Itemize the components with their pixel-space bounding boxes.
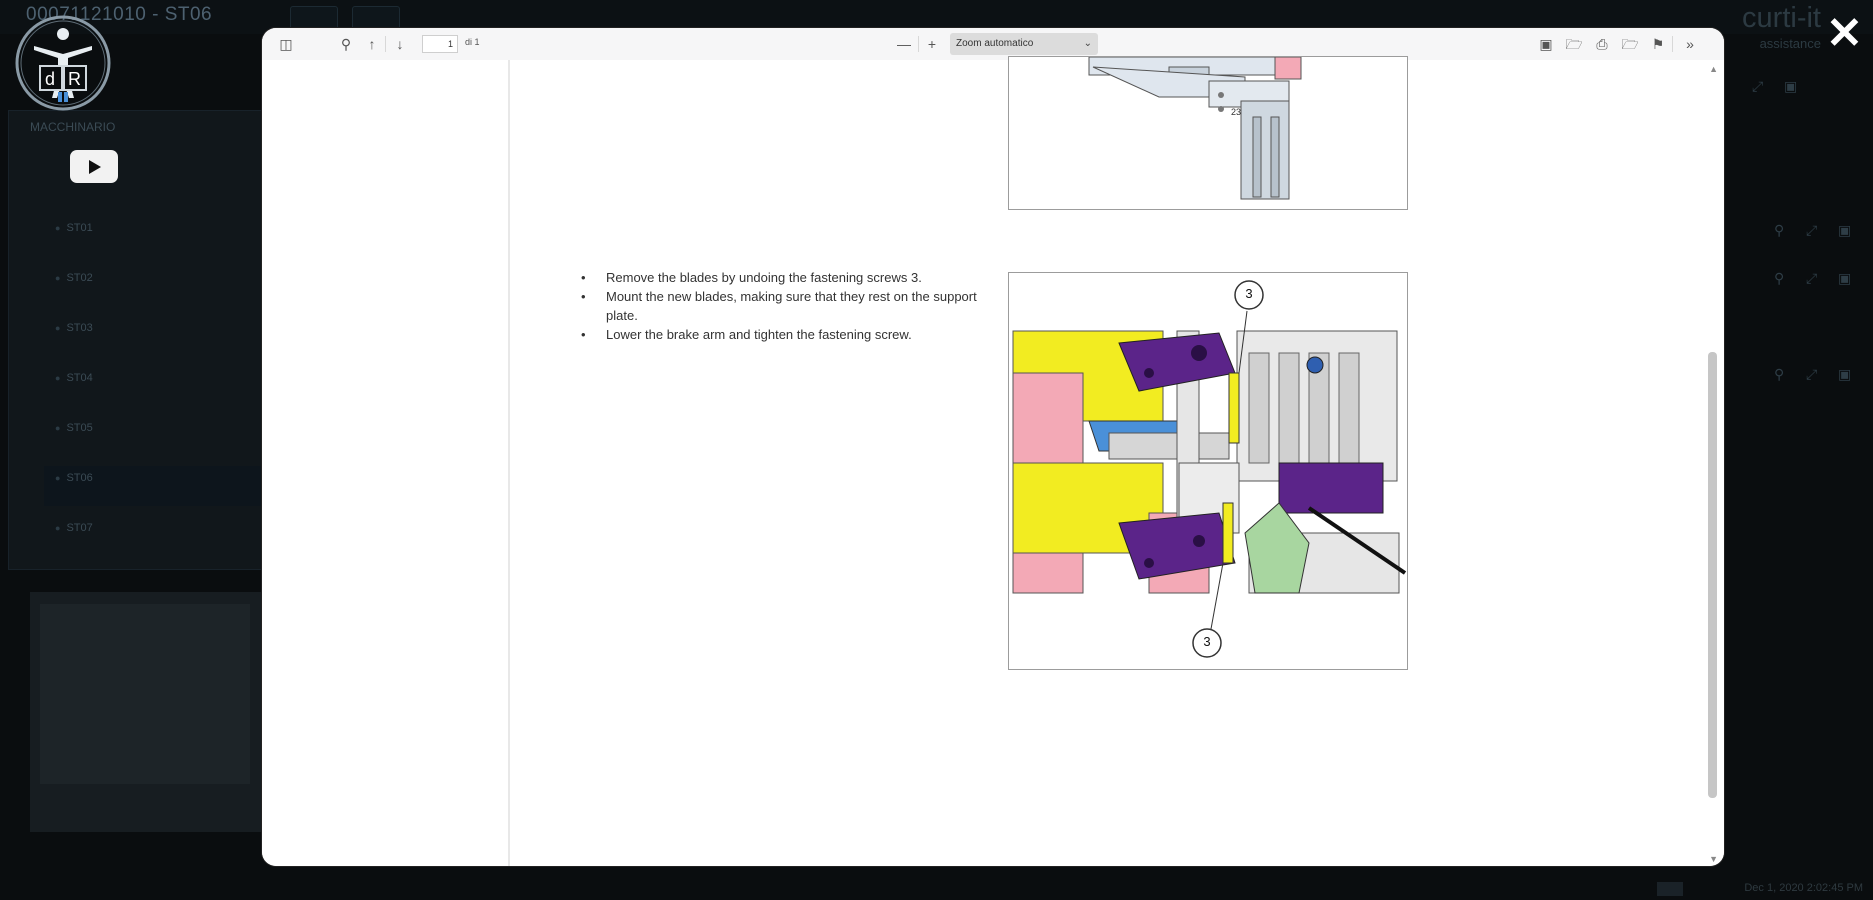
page-left-edge <box>508 60 510 866</box>
page-number-input[interactable]: 1 <box>422 35 458 53</box>
scroll-down-arrow-icon[interactable]: ▼ <box>1709 854 1718 864</box>
toolbar-separator <box>385 36 386 52</box>
bookmark-icon[interactable]: ⚑ <box>1648 34 1668 54</box>
instruction-item: Mount the new blades, making sure that t… <box>578 287 994 325</box>
chevron-down-icon: ⌄ <box>1083 38 1092 49</box>
zoom-select-value: Zoom automatico <box>956 38 1034 49</box>
zoom-select[interactable]: Zoom automatico ⌄ <box>950 33 1098 55</box>
background-status-time: Dec 1, 2020 2:02:45 PM <box>1744 882 1863 894</box>
background-window-icon: ▣ <box>1838 270 1852 286</box>
background-nav-item: ST02 <box>55 272 92 284</box>
background-nav-item: ST01 <box>55 222 92 234</box>
background-pin-icon: ⚲ <box>1774 222 1785 238</box>
blade-replacement-figure: 3 3 <box>1008 272 1408 670</box>
dr-logo-icon: d R <box>15 15 111 111</box>
background-nav-item: ST06 <box>55 472 92 484</box>
svg-text:R: R <box>68 69 81 89</box>
background-panel-header: MACCHINARIO <box>30 120 116 134</box>
pdf-viewer-modal: ◫ ⚲ ↑ ↓ 1 di 1 — + Zoom automatico ⌄ ▣ 🗁… <box>262 28 1724 866</box>
zoom-in-button[interactable]: + <box>922 34 942 54</box>
sidebar-toggle-icon[interactable]: ◫ <box>276 34 296 54</box>
callout-label-bottom: 3 <box>1203 634 1211 649</box>
pdf-page-area[interactable]: 23 Remove the blades by undoing the fast… <box>262 56 1724 866</box>
rail-assembly-drawing-icon: 23 <box>1088 56 1302 200</box>
scroll-up-arrow-icon[interactable]: ▲ <box>1709 64 1718 74</box>
presentation-mode-icon[interactable]: ▣ <box>1536 34 1556 54</box>
tools-menu-icon[interactable]: » <box>1680 34 1700 54</box>
background-expand-icon: ⤢ <box>1806 270 1818 286</box>
background-status-button <box>1657 882 1683 896</box>
scrollbar-thumb[interactable] <box>1708 352 1717 798</box>
previous-page-icon[interactable]: ↑ <box>362 34 382 54</box>
zoom-out-button[interactable]: — <box>894 34 914 54</box>
background-expand-icon: ⤢ <box>1806 222 1818 238</box>
toolbar-separator <box>1672 36 1673 52</box>
svg-text:23: 23 <box>1231 107 1241 117</box>
toolbar-separator <box>918 36 919 52</box>
close-modal-button[interactable]: ✕ <box>1826 12 1863 56</box>
background-pin-icon: ⚲ <box>1774 366 1785 382</box>
background-window-icon: ▣ <box>1838 222 1852 238</box>
background-nav-item: ST03 <box>55 322 92 334</box>
background-toolbar-button <box>290 6 338 30</box>
background-thumbnail-image <box>40 604 250 784</box>
background-nav-item: ST04 <box>55 372 92 384</box>
open-file-icon[interactable]: 🗁 <box>1564 34 1584 54</box>
instruction-list: Remove the blades by undoing the fasteni… <box>578 268 994 344</box>
background-expand-icon: ⤢ <box>1806 366 1818 382</box>
background-pin-icon: ⚲ <box>1774 270 1785 286</box>
youtube-play-button[interactable] <box>70 150 118 183</box>
search-icon[interactable]: ⚲ <box>336 34 356 54</box>
print-icon[interactable]: ⎙ <box>1592 34 1612 54</box>
background-brand: curti-it <box>1742 2 1821 34</box>
next-page-icon[interactable]: ↓ <box>390 34 410 54</box>
background-toolbar-button <box>352 6 400 30</box>
top-machine-figure: 23 <box>1008 56 1408 210</box>
background-nav-item: ST05 <box>55 422 92 434</box>
svg-text:d: d <box>45 69 55 89</box>
background-window-icon: ▣ <box>1838 366 1852 382</box>
background-brand-subtitle: assistance <box>1759 36 1821 51</box>
instruction-item: Lower the brake arm and tighten the fast… <box>578 325 994 344</box>
instruction-item: Remove the blades by undoing the fasteni… <box>578 268 994 287</box>
background-nav-item: ST07 <box>55 522 92 534</box>
page-count: di 1 <box>465 37 480 47</box>
background-expand-icon: ⤢ <box>1752 78 1764 94</box>
callout-label-top: 3 <box>1245 286 1253 301</box>
background-window-icon: ▣ <box>1784 78 1798 94</box>
blade-assembly-drawing-icon <box>1012 310 1407 630</box>
pdf-toolbar: ◫ ⚲ ↑ ↓ 1 di 1 — + Zoom automatico ⌄ ▣ 🗁… <box>262 28 1724 61</box>
download-icon[interactable]: 🗁 <box>1620 34 1640 54</box>
